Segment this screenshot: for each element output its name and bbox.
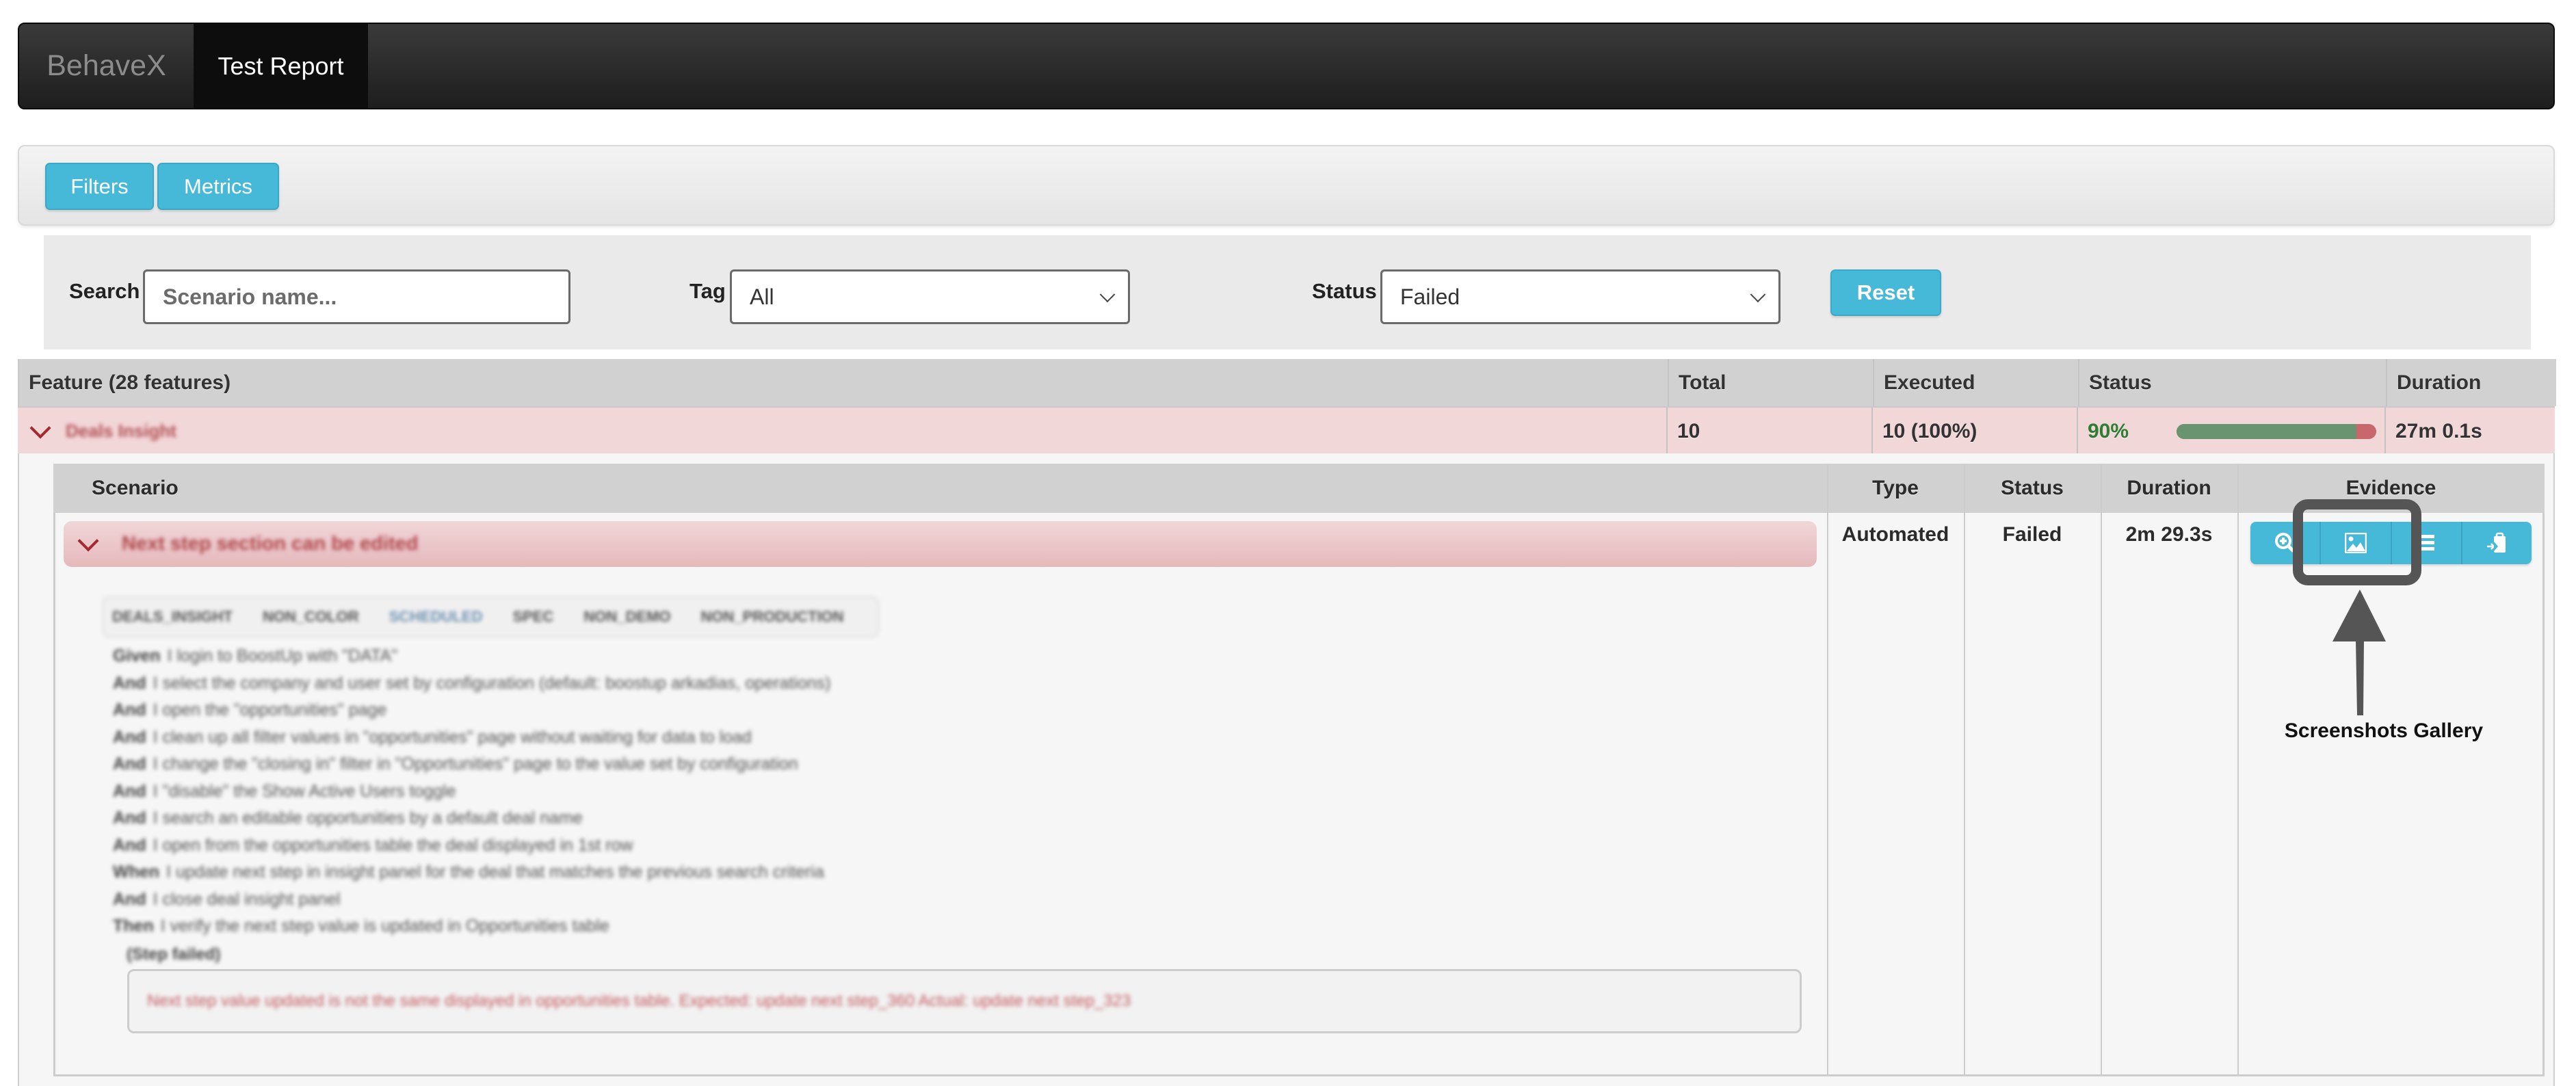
header-duration: Duration: [2127, 477, 2211, 499]
scenario-step: Then I verify the next step value is upda…: [113, 913, 1002, 940]
scenario-status: Failed: [2002, 523, 2062, 546]
header-status[interactable]: Status: [2078, 359, 2386, 406]
scenario-step: Given I login to BoostUp with "DATA": [113, 643, 1002, 670]
header-executed[interactable]: Executed: [1873, 359, 2078, 406]
evidence-button[interactable]: [2460, 522, 2532, 564]
feature-pass-rate: 90%: [2088, 419, 2129, 442]
chevron-down-icon[interactable]: [29, 416, 51, 439]
header-scenario: Scenario: [92, 477, 179, 499]
scenario-step: And I open the "opportunities" page: [113, 697, 1002, 724]
step-keyword: And: [113, 700, 146, 720]
step-keyword: And: [113, 727, 146, 747]
scenario-step: And I select the company and user set by …: [113, 670, 1002, 698]
search-label: Search: [69, 279, 140, 303]
step-keyword: And: [113, 808, 146, 828]
toolbar-panel: Filters Metrics: [18, 145, 2555, 226]
filters-button[interactable]: Filters: [45, 163, 154, 210]
progress-pass-fill: [2177, 424, 2356, 439]
scenario-type: Automated: [1841, 523, 1949, 546]
step-text: I clean up all filter values in "opportu…: [153, 727, 752, 747]
step-keyword: And: [113, 754, 146, 774]
column-divider: [2101, 464, 2102, 1076]
scenario-tags: DEALS_INSIGHT NON_COLOR SCHEDULED SPEC N…: [103, 596, 879, 637]
step-keyword: And: [113, 781, 146, 801]
step-keyword: And: [113, 835, 146, 855]
chevron-down-icon: [1750, 287, 1766, 303]
nav-tab-test-report[interactable]: Test Report: [194, 24, 368, 108]
tag-select[interactable]: All: [730, 269, 1130, 324]
step-text: I search an editable opportunities by a …: [153, 808, 583, 828]
step-text: I "disable" the Show Active Users toggle: [153, 781, 456, 801]
search-input[interactable]: Scenario name...: [143, 269, 570, 324]
step-keyword: Given: [113, 646, 161, 666]
chevron-down-icon[interactable]: [77, 529, 99, 552]
filter-panel: Search Scenario name... Tag All Status F…: [44, 235, 2531, 349]
step-text: I login to BoostUp with "DATA": [167, 646, 397, 666]
step-keyword: Then: [113, 916, 154, 936]
status-progress-bar: [2177, 424, 2376, 439]
tag-label: Tag: [689, 279, 726, 303]
scenario-step: And I change the "closing in" filter in "…: [113, 751, 1002, 778]
scenario-step: And I "disable" the Show Active Users tog…: [113, 778, 1002, 806]
scenario-name[interactable]: Next step section can be edited: [122, 533, 419, 555]
error-message: Next step value updated is not the same …: [147, 992, 1131, 1010]
tag[interactable]: NON_COLOR: [263, 608, 359, 626]
step-keyword: When: [113, 862, 160, 882]
feature-row[interactable]: Deals Insight 10 10 (100%) 90% 27m 0.1s: [18, 406, 2555, 456]
header-duration[interactable]: Duration: [2386, 359, 2556, 406]
feature-duration: 27m 0.1s: [2384, 408, 2555, 455]
annotation-label: Screenshots Gallery: [2284, 719, 2484, 742]
status-select-value: Failed: [1400, 284, 1460, 309]
step-text: I update next step in insight panel for …: [166, 862, 824, 882]
brand-logo[interactable]: BehaveX: [19, 24, 194, 108]
feature-name[interactable]: Deals Insight: [66, 421, 176, 442]
arrow-up-icon: [2332, 590, 2386, 715]
scenario-step: And I clean up all filter values in "oppo…: [113, 724, 1002, 752]
metrics-button[interactable]: Metrics: [157, 163, 279, 210]
step-keyword: And: [113, 673, 146, 693]
tag[interactable]: NON_DEMO: [583, 608, 670, 626]
feature-executed: 10 (100%): [1871, 408, 2077, 455]
status-label: Status: [1312, 279, 1377, 303]
tag[interactable]: SPEC: [513, 608, 554, 626]
feature-table-header: Feature (28 features) Total Executed Sta…: [18, 359, 2556, 406]
step-text: I select the company and user set by con…: [153, 673, 831, 693]
highlight-box: [2293, 499, 2421, 585]
tag[interactable]: DEALS_INSIGHT: [112, 608, 233, 626]
status-select[interactable]: Failed: [1380, 269, 1780, 324]
step-text: I open the "opportunities" page: [153, 700, 387, 720]
feature-total: 10: [1666, 408, 1871, 455]
reset-button[interactable]: Reset: [1830, 269, 1941, 316]
step-failed-label: (Step failed): [127, 945, 221, 964]
scenario-step: And I open from the opportunities table t…: [113, 832, 1002, 860]
clipboard-import-icon: [2487, 532, 2506, 553]
step-text: I close deal insight panel: [153, 889, 341, 909]
tag[interactable]: NON_PRODUCTION: [701, 608, 844, 626]
scenario-duration: 2m 29.3s: [2125, 523, 2213, 546]
error-message-box: Next step value updated is not the same …: [127, 969, 1802, 1033]
scenario-step: And I search an editable opportunities by…: [113, 805, 1002, 832]
step-text: I change the "closing in" filter in "Opp…: [153, 754, 798, 774]
scenario-table-header: Scenario Type Status Duration Evidence: [53, 464, 2545, 513]
scenario-step: When I update next step in insight panel …: [113, 859, 1002, 886]
header-type: Type: [1872, 477, 1919, 499]
step-text: I verify the next step value is updated …: [160, 916, 609, 936]
scenario-steps: Given I login to BoostUp with "DATA" And I …: [113, 643, 1002, 940]
navbar: BehaveX Test Report: [18, 23, 2555, 109]
header-total[interactable]: Total: [1668, 359, 1873, 406]
header-status: Status: [2001, 477, 2064, 499]
header-feature[interactable]: Feature (28 features): [19, 359, 1668, 406]
scenario-row[interactable]: Next step section can be edited: [64, 521, 1817, 567]
column-divider: [2237, 464, 2239, 1076]
column-divider: [1827, 464, 1828, 1076]
step-text: I open from the opportunities table the …: [153, 835, 633, 855]
tag[interactable]: SCHEDULED: [389, 608, 483, 626]
column-divider: [1964, 464, 1965, 1076]
step-keyword: And: [113, 889, 146, 909]
chevron-down-icon: [1099, 287, 1116, 303]
tag-select-value: All: [750, 284, 774, 309]
scenario-step: And I close deal insight panel: [113, 886, 1002, 914]
